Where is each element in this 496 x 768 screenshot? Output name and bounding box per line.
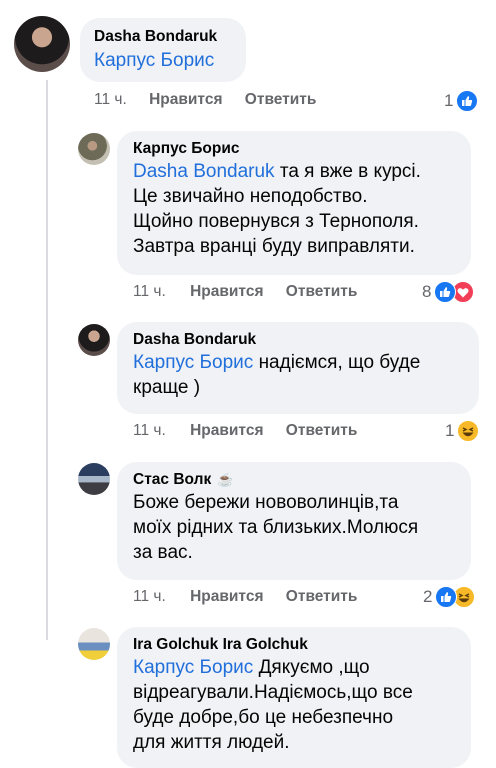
comment-time[interactable]: 11 ч. [94, 91, 127, 109]
reaction-summary[interactable]: 1 [444, 90, 479, 112]
comment-author[interactable]: Стас Волк [133, 471, 211, 488]
reply-button[interactable]: Ответить [286, 422, 358, 440]
comment-text: за вас. [133, 542, 193, 563]
reaction-count: 1 [445, 421, 455, 440]
comment-bubble: Карпус Борис Dasha Bondaruk та я вже в к… [117, 131, 471, 275]
reply-button[interactable]: Ответить [286, 588, 358, 606]
reply-thread-line [46, 80, 48, 640]
comment-author[interactable]: Dasha Bondaruk [133, 331, 463, 349]
comment-bubble: Стас Волк ☕ Боже бережи нововолинців,та м… [117, 462, 471, 580]
avatar[interactable] [78, 133, 110, 165]
comment-text: та я вже в курсі. [279, 161, 421, 182]
comment-time[interactable]: 11 ч. [133, 283, 166, 301]
reaction-count: 8 [422, 282, 432, 301]
mention-link[interactable]: Карпус Борис [133, 657, 253, 678]
comment-text: Це звичайно неподобство. [133, 186, 368, 207]
comment-text: для життя людей. [133, 732, 290, 753]
comment-text: надіємся, що буде [258, 352, 421, 373]
comment-bubble: Dasha Bondaruk Карпус Борис [80, 18, 246, 82]
comment-time[interactable]: 11 ч. [133, 588, 166, 606]
comment-meta: 11 ч. Нравится Ответить [133, 422, 357, 440]
mention-link[interactable]: Dasha Bondaruk [133, 161, 275, 182]
comment-text: Щойно повернувся з Тернополя. [133, 211, 419, 232]
comment-time[interactable]: 11 ч. [133, 422, 166, 440]
comment-author[interactable]: Ira Golchuk Ira Golchuk [133, 636, 455, 654]
avatar[interactable] [78, 324, 110, 356]
comment-text: буде добре,бо це небезпечно [133, 707, 394, 728]
like-reaction-icon [434, 281, 457, 303]
like-button[interactable]: Нравится [190, 283, 263, 301]
avatar[interactable] [14, 16, 70, 72]
comment-meta: 11 ч. Нравится Ответить [133, 283, 357, 301]
comment-text: відреагували.Надіємось,що все [133, 682, 413, 703]
comment-text: Завтра вранці буду виправляти. [133, 236, 415, 257]
comment-meta: 11 ч. Нравится Ответить [133, 588, 357, 606]
reaction-summary[interactable]: 2 [423, 586, 476, 608]
comment-text: Дякуємо ,що [258, 657, 370, 678]
reaction-count: 2 [423, 587, 433, 606]
mention-link[interactable]: Карпус Борис [133, 352, 253, 373]
mention-link[interactable]: Карпус Борис [94, 50, 214, 71]
reply-button[interactable]: Ответить [286, 283, 358, 301]
comment-bubble: Ira Golchuk Ira Golchuk Карпус Борис Дяк… [117, 627, 471, 768]
comment-text: краще ) [133, 377, 201, 398]
comment-text: моїх рідних та близьких.Молюся [133, 517, 419, 538]
like-button[interactable]: Нравится [190, 422, 263, 440]
reaction-summary[interactable]: 1 [445, 420, 480, 442]
avatar[interactable] [78, 463, 110, 495]
haha-reaction-icon [457, 420, 480, 442]
like-reaction-icon [456, 90, 479, 112]
reply-button[interactable]: Ответить [245, 91, 317, 109]
like-button[interactable]: Нравится [149, 91, 222, 109]
coffee-cup-icon: ☕ [217, 472, 234, 487]
like-button[interactable]: Нравится [190, 588, 263, 606]
comment-meta: 11 ч. Нравится Ответить [94, 91, 316, 109]
comment-bubble: Dasha Bondaruk Карпус Борис надіємся, що… [117, 322, 479, 414]
comment-author[interactable]: Карпус Борис [133, 140, 455, 158]
avatar[interactable] [78, 628, 110, 660]
comment-author[interactable]: Dasha Bondaruk [94, 28, 232, 46]
reaction-summary[interactable]: 8 [422, 281, 475, 303]
comment-text: Боже бережи нововолинців,та [133, 492, 399, 513]
reaction-count: 1 [444, 91, 454, 110]
